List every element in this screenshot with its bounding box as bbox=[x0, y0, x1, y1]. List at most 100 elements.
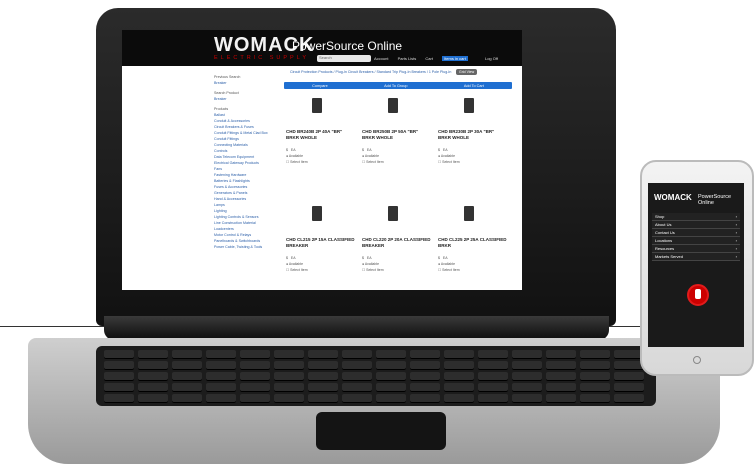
sidebar-item[interactable]: Power Cable, Twisting & Tools bbox=[214, 244, 276, 250]
select-item-checkbox[interactable]: Select Item bbox=[290, 268, 308, 272]
add-to-cart-button[interactable]: Add To Cart bbox=[464, 84, 484, 88]
keyboard-key bbox=[104, 350, 134, 359]
price-symbol: $ bbox=[438, 148, 440, 152]
nav-log-off[interactable]: Log Off bbox=[485, 56, 498, 61]
phone-menu-label: Locations bbox=[655, 238, 673, 243]
phone-menu-item[interactable]: Contact Us › bbox=[652, 229, 740, 237]
nav-account[interactable]: Account bbox=[374, 56, 388, 61]
keyboard-key bbox=[512, 350, 542, 359]
keyboard-key bbox=[376, 361, 406, 370]
product-card[interactable]: CHD CL220 2P 20A CLASSIFIED BREAKER $ EA ●… bbox=[362, 206, 432, 273]
keyboard-key bbox=[104, 383, 134, 392]
nav-cart[interactable]: Cart Items in cart bbox=[425, 56, 475, 61]
keyboard-key bbox=[308, 350, 338, 359]
keyboard-key bbox=[444, 383, 474, 392]
sidebar: Previous Search Breaker Search Product B… bbox=[214, 70, 276, 250]
unit-label: EA bbox=[366, 256, 372, 260]
unit-label: EA bbox=[290, 148, 296, 152]
availability-label: Available bbox=[288, 154, 304, 158]
keyboard-key bbox=[138, 361, 168, 370]
laptop-screen: WOMACK ELECTRIC SUPPLY PowerSource Onlin… bbox=[122, 30, 522, 290]
product-meta: $ EA ● Available ☐ Select Item bbox=[438, 148, 460, 164]
product-card[interactable]: CHD CL225 2P 25A CLASSIFIED BRKR $ EA ● Av… bbox=[438, 206, 508, 273]
phone-menu-label: Shop bbox=[655, 214, 665, 219]
price-symbol: $ bbox=[438, 256, 440, 260]
keyboard-key bbox=[206, 383, 236, 392]
view-toggle[interactable]: Grid View bbox=[456, 69, 478, 75]
compare-button[interactable]: Compare bbox=[312, 84, 328, 88]
phone-logo[interactable]: WOMACK bbox=[654, 193, 692, 202]
sidebar-item[interactable]: Breaker bbox=[214, 80, 276, 86]
keyboard-key bbox=[240, 361, 270, 370]
top-nav: Account Parts Lists Cart Items in cart L… bbox=[374, 56, 506, 61]
keyboard-key bbox=[376, 394, 406, 403]
keyboard-key bbox=[478, 394, 508, 403]
sidebar-item[interactable]: Breaker bbox=[214, 96, 276, 102]
select-item-checkbox[interactable]: Select Item bbox=[290, 160, 308, 164]
phone-menu-item[interactable]: Markets Served › bbox=[652, 253, 740, 261]
chevron-right-icon: › bbox=[735, 230, 737, 235]
phone-menu-label: Contact Us bbox=[655, 230, 675, 235]
keyboard-key bbox=[138, 350, 168, 359]
phone-menu-item[interactable]: Resources › bbox=[652, 245, 740, 253]
chevron-right-icon: › bbox=[735, 246, 737, 251]
product-image[interactable] bbox=[388, 98, 398, 113]
product-image[interactable] bbox=[312, 206, 322, 221]
keyboard-key bbox=[274, 372, 304, 381]
keyboard-key bbox=[580, 372, 610, 381]
product-title[interactable]: CHD BR240B 2P 40A "BR" BRKR WHOLE bbox=[286, 129, 356, 141]
availability-label: Available bbox=[288, 262, 304, 266]
phone-menu-item[interactable]: Locations › bbox=[652, 237, 740, 245]
keyboard-key bbox=[614, 372, 644, 381]
product-card[interactable]: CHD BR240B 2P 40A "BR" BRKR WHOLE $ EA ● A… bbox=[286, 98, 356, 165]
keyboard-key bbox=[478, 361, 508, 370]
unit-label: EA bbox=[290, 256, 296, 260]
keyboard-key bbox=[546, 372, 576, 381]
unit-label: EA bbox=[366, 148, 372, 152]
select-item-checkbox[interactable]: Select Item bbox=[442, 160, 460, 164]
product-image[interactable] bbox=[312, 98, 322, 113]
add-to-group-button[interactable]: Add To Group bbox=[384, 84, 407, 88]
product-image[interactable] bbox=[388, 206, 398, 221]
product-title[interactable]: CHD BR230B 2P 30A "BR" BRKR WHOLE bbox=[438, 129, 508, 141]
select-item-checkbox[interactable]: Select Item bbox=[366, 268, 384, 272]
price-symbol: $ bbox=[286, 256, 288, 260]
price-symbol: $ bbox=[362, 148, 364, 152]
keyboard-key bbox=[580, 383, 610, 392]
product-title[interactable]: CHD CL225 2P 25A CLASSIFIED BRKR bbox=[438, 237, 508, 249]
keyboard-key bbox=[444, 350, 474, 359]
product-image[interactable] bbox=[464, 98, 474, 113]
chevron-right-icon: › bbox=[735, 238, 737, 243]
product-card[interactable]: CHD BR230B 2P 30A "BR" BRKR WHOLE $ EA ● A… bbox=[438, 98, 508, 165]
product-title[interactable]: CHD CL215 2P 15A CLASSIFIED BREAKER bbox=[286, 237, 356, 249]
search-input[interactable]: Search bbox=[317, 55, 371, 62]
chevron-right-icon: › bbox=[735, 214, 737, 219]
phone-menu-item[interactable]: About Us › bbox=[652, 221, 740, 229]
select-item-checkbox[interactable]: Select Item bbox=[442, 268, 460, 272]
product-card[interactable]: CHD CL215 2P 15A CLASSIFIED BREAKER $ EA ●… bbox=[286, 206, 356, 273]
keyboard-key bbox=[240, 383, 270, 392]
unit-label: EA bbox=[442, 148, 448, 152]
availability-label: Available bbox=[364, 154, 380, 158]
phone-tagline: PowerSource Online bbox=[698, 194, 732, 206]
price-symbol: $ bbox=[286, 148, 288, 152]
keyboard-key bbox=[444, 372, 474, 381]
keyboard-key bbox=[410, 372, 440, 381]
keyboard-key bbox=[138, 383, 168, 392]
product-title[interactable]: CHD CL220 2P 20A CLASSIFIED BREAKER bbox=[362, 237, 432, 249]
product-title[interactable]: CHD BR250B 2P 50A "BR" BRKR WHOLE bbox=[362, 129, 432, 141]
breadcrumb[interactable]: Circuit Protection Products / Plug-In Ci… bbox=[290, 70, 451, 74]
phone-home-button[interactable] bbox=[693, 356, 701, 364]
keyboard-key bbox=[308, 383, 338, 392]
keyboard-key bbox=[342, 394, 372, 403]
nav-parts-lists[interactable]: Parts Lists bbox=[398, 56, 417, 61]
phone-screen: WOMACK PowerSource Online Shop › About Us ›… bbox=[648, 183, 744, 347]
select-item-checkbox[interactable]: Select Item bbox=[366, 160, 384, 164]
keyboard-key bbox=[580, 350, 610, 359]
laptop-trackpad bbox=[316, 412, 446, 450]
keyboard-key bbox=[308, 372, 338, 381]
product-card[interactable]: CHD BR250B 2P 50A "BR" BRKR WHOLE $ EA ● A… bbox=[362, 98, 432, 165]
phone-menu-item[interactable]: Shop › bbox=[652, 213, 740, 221]
keyboard-key bbox=[512, 361, 542, 370]
product-image[interactable] bbox=[464, 206, 474, 221]
